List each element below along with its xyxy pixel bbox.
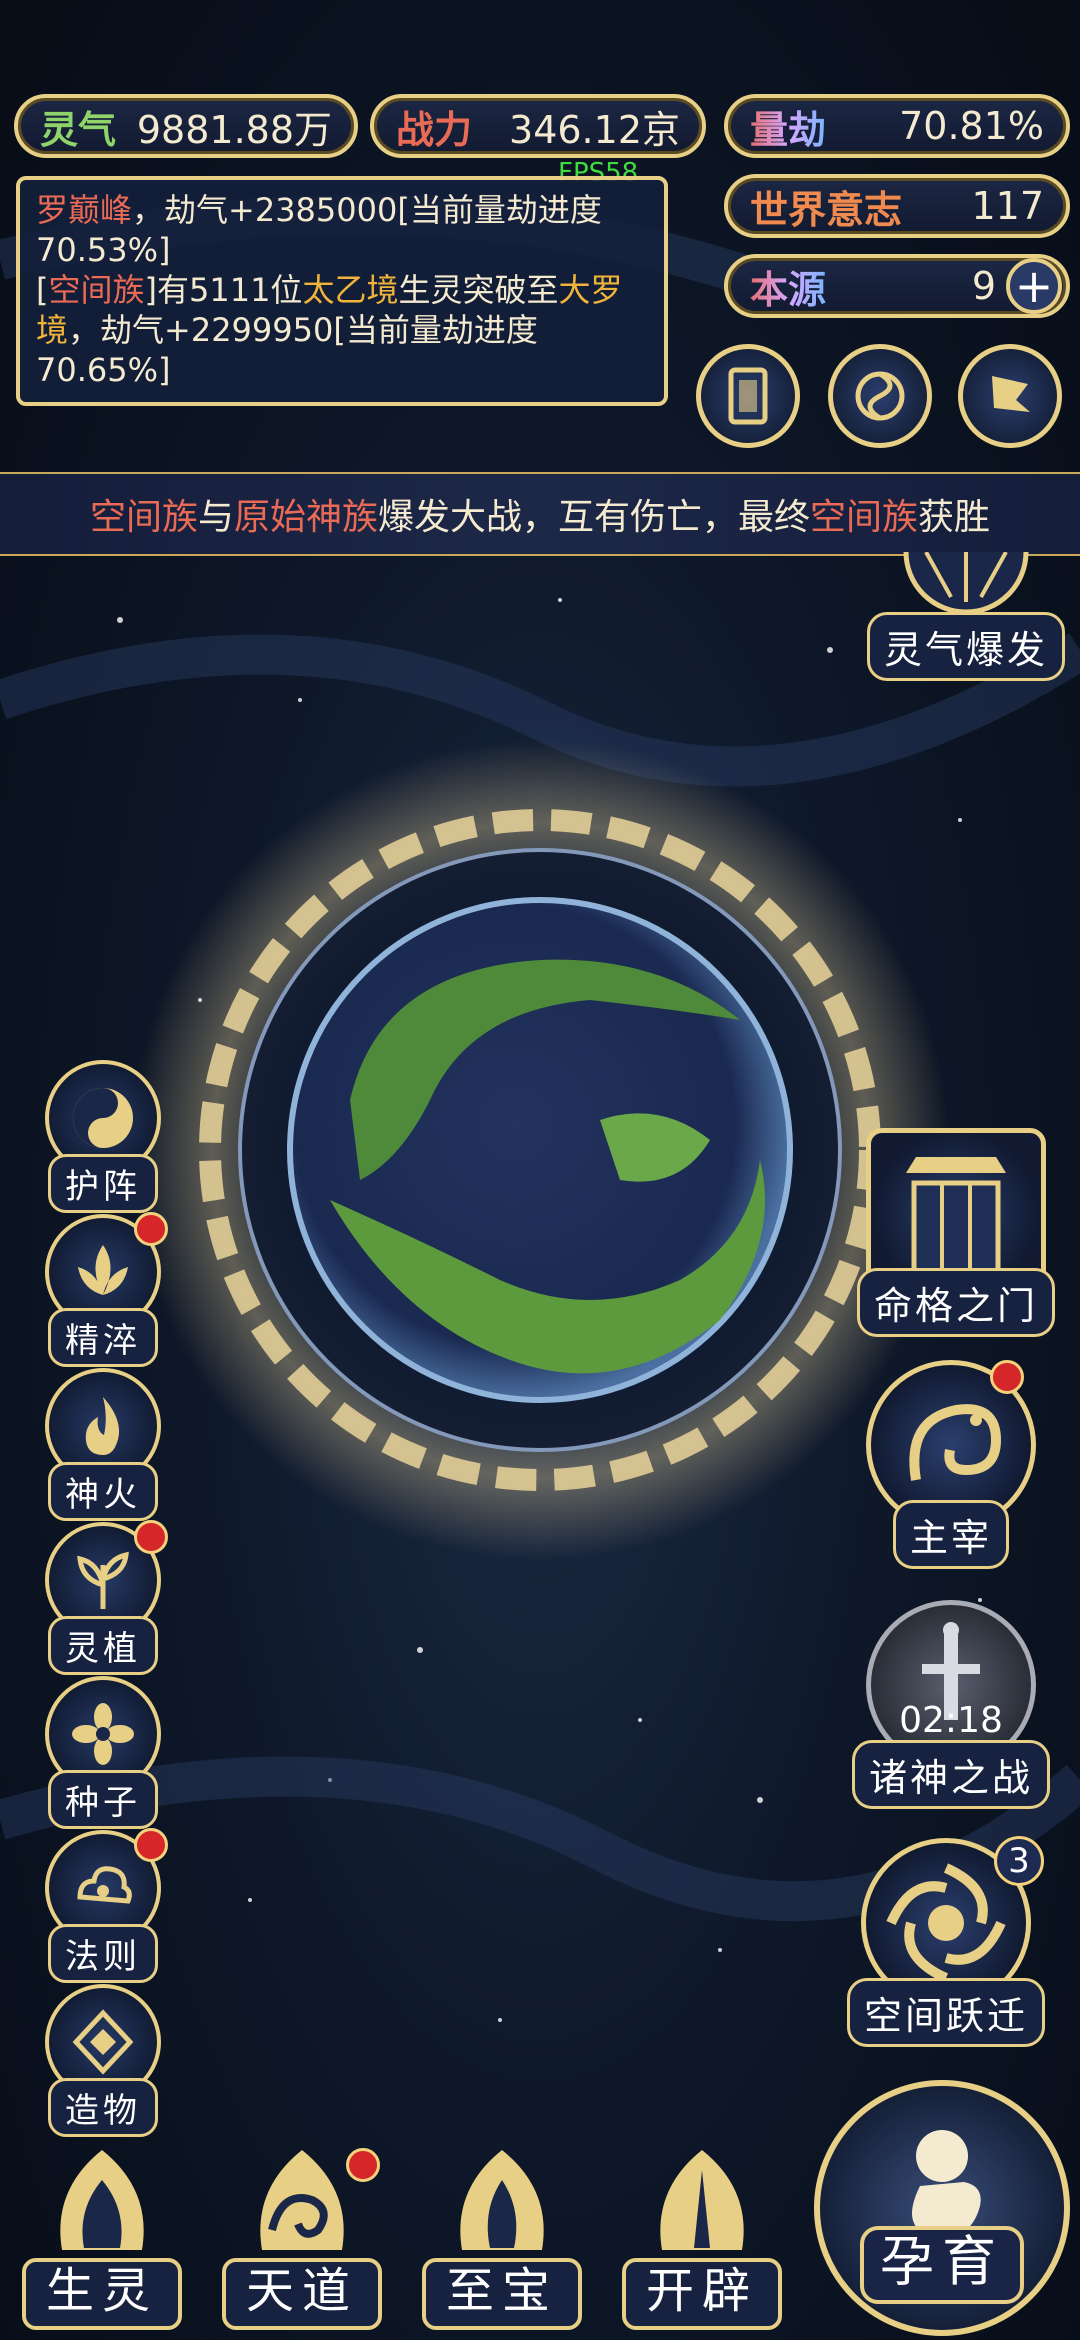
flag-icon	[992, 376, 1030, 412]
lingqi-stat[interactable]: 灵气 9881.88万	[14, 94, 358, 158]
bottom-button-create-world[interactable]: 开辟	[612, 2140, 792, 2340]
zhanli-label: 战力	[396, 106, 473, 152]
banner-clan: 原始神族	[233, 497, 378, 538]
bottom-button-treasure[interactable]: 至宝	[412, 2140, 592, 2340]
card-icon	[728, 367, 768, 425]
log-text: 生灵突破至	[398, 271, 559, 309]
space-jump-label: 空间跃迁	[846, 1978, 1045, 2047]
skill-label: 神火	[48, 1462, 158, 1521]
lingqi-burst-button[interactable]: 灵气爆发	[866, 551, 1066, 681]
swirl-icon	[886, 1863, 1006, 1983]
log-bracket: [	[36, 271, 49, 309]
zhanli-stat[interactable]: 战力 346.12京	[370, 94, 706, 158]
plant-notification-dot	[134, 1520, 168, 1554]
add-benyuan-button[interactable]: +	[1006, 258, 1062, 314]
log-clan: 空间族	[48, 271, 145, 309]
world-will-label: 世界意志	[750, 186, 903, 232]
lingqi-label: 灵气	[40, 106, 117, 152]
gods-war-timer: 02:18	[899, 1700, 1003, 1741]
skill-label: 护阵	[48, 1154, 158, 1213]
zhanli-value: 346.12京	[509, 107, 680, 152]
refine-notification-dot	[134, 1212, 168, 1246]
benyuan-label: 本源	[750, 259, 826, 314]
skill-label: 灵植	[48, 1616, 158, 1675]
bottom-button-label: 天道	[222, 2258, 382, 2330]
ruler-notification-dot	[990, 1360, 1024, 1394]
space-jump-count-badge: 3	[994, 1836, 1044, 1886]
liangjie-label: 量劫	[750, 99, 826, 154]
world-globe[interactable]	[120, 720, 960, 1580]
banner-winner: 空间族	[810, 497, 919, 538]
skill-creation[interactable]: 造物	[38, 1984, 168, 2137]
skill-seed[interactable]: 种子	[38, 1676, 168, 1829]
fate-gate-button[interactable]: 命格之门	[846, 1128, 1066, 1337]
skill-label: 造物	[48, 2078, 158, 2137]
gods-war-button[interactable]: 02:18 诸神之战	[846, 1600, 1056, 1809]
lingqi-value: 9881.88万	[136, 107, 332, 152]
liangjie-value: 70.81%	[899, 104, 1044, 148]
skill-label: 法则	[48, 1924, 158, 1983]
banner-text: 爆发大战，互有伤亡，最终	[378, 497, 811, 538]
skill-guard-array[interactable]: 护阵	[38, 1060, 168, 1213]
event-log-panel[interactable]: 罗巅峰，劫气+2385000[当前量劫进度70.53%] [空间族]有5111位…	[16, 176, 668, 406]
banner-text: 与	[197, 497, 234, 538]
log-realm: 太乙境	[302, 271, 399, 309]
benyuan-stat[interactable]: 本源 9 +	[724, 254, 1070, 318]
world-will-stat[interactable]: 世界意志 117	[724, 174, 1070, 238]
nurture-label: 孕育	[860, 2226, 1024, 2304]
benyuan-value: 9	[971, 264, 996, 308]
banner-text: 获胜	[918, 497, 991, 538]
card-button[interactable]	[696, 344, 800, 448]
battle-announcement-banner: 空间族与原始神族 爆发大战，互有伤亡，最终 空间族 获胜	[0, 472, 1080, 556]
vortex-button[interactable]	[828, 344, 932, 448]
log-entry: 罗巅峰，劫气+2385000[当前量劫进度70.53%]	[36, 190, 648, 270]
dragon-icon	[909, 1404, 1002, 1481]
log-entry: [空间族]有5111位太乙境生灵突破至大罗境，劫气+2299950[当前量劫进度…	[36, 270, 648, 390]
bottom-button-label: 生灵	[22, 2258, 182, 2330]
ruler-button[interactable]: 主宰	[846, 1360, 1056, 1569]
bottom-button-label: 至宝	[422, 2258, 582, 2330]
fate-gate-label: 命格之门	[856, 1268, 1055, 1337]
burst-icon	[903, 551, 1029, 615]
gate-icon	[906, 1157, 1006, 1282]
log-text: ]有5111位	[144, 271, 303, 309]
lingqi-burst-label: 灵气爆发	[866, 612, 1065, 681]
skill-label: 种子	[48, 1770, 158, 1829]
nurture-button[interactable]: 孕育	[814, 2080, 1070, 2336]
log-entry-name: 罗巅峰	[36, 191, 133, 229]
bottom-button-label: 开辟	[622, 2258, 782, 2330]
vortex-icon	[855, 371, 905, 421]
log-text: ，劫气+2299950[当前量劫进度70.65%]	[36, 311, 538, 389]
liangjie-stat[interactable]: 量劫 70.81%	[724, 94, 1070, 158]
banner-clan: 空间族	[89, 497, 198, 538]
skill-label: 精淬	[48, 1308, 158, 1367]
skill-divine-fire[interactable]: 神火	[38, 1368, 168, 1521]
heaven-dao-notification-dot	[346, 2148, 380, 2182]
gods-war-label: 诸神之战	[851, 1740, 1050, 1809]
law-notification-dot	[134, 1828, 168, 1862]
bottom-button-beings[interactable]: 生灵	[12, 2140, 192, 2340]
flag-button[interactable]	[958, 344, 1062, 448]
world-will-value: 117	[971, 184, 1044, 228]
ruler-label: 主宰	[892, 1500, 1009, 1569]
